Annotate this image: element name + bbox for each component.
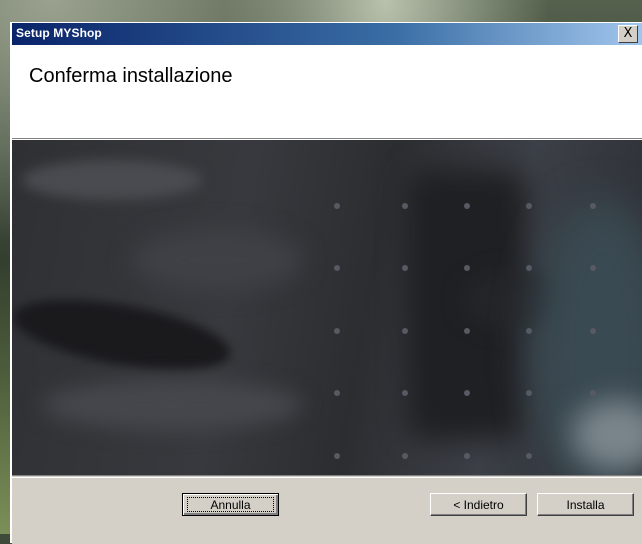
close-icon: X xyxy=(623,26,633,41)
close-button[interactable]: X xyxy=(618,25,638,43)
page-title: Conferma installazione xyxy=(29,65,233,87)
title-bar[interactable]: Setup MYShop X xyxy=(12,23,642,45)
window-title: Setup MYShop xyxy=(16,26,102,40)
setup-dialog: Setup MYShop X Conferma installazione An… xyxy=(10,22,642,544)
install-button-label: Installa xyxy=(566,498,605,512)
install-button[interactable]: Installa xyxy=(537,493,634,516)
dialog-header: Conferma installazione xyxy=(12,45,642,139)
cancel-button[interactable]: Annulla xyxy=(182,493,279,516)
cancel-button-label: Annulla xyxy=(210,498,251,512)
back-button-label: < Indietro xyxy=(453,498,504,512)
back-button[interactable]: < Indietro xyxy=(430,493,527,516)
setup-banner-image xyxy=(12,140,642,476)
